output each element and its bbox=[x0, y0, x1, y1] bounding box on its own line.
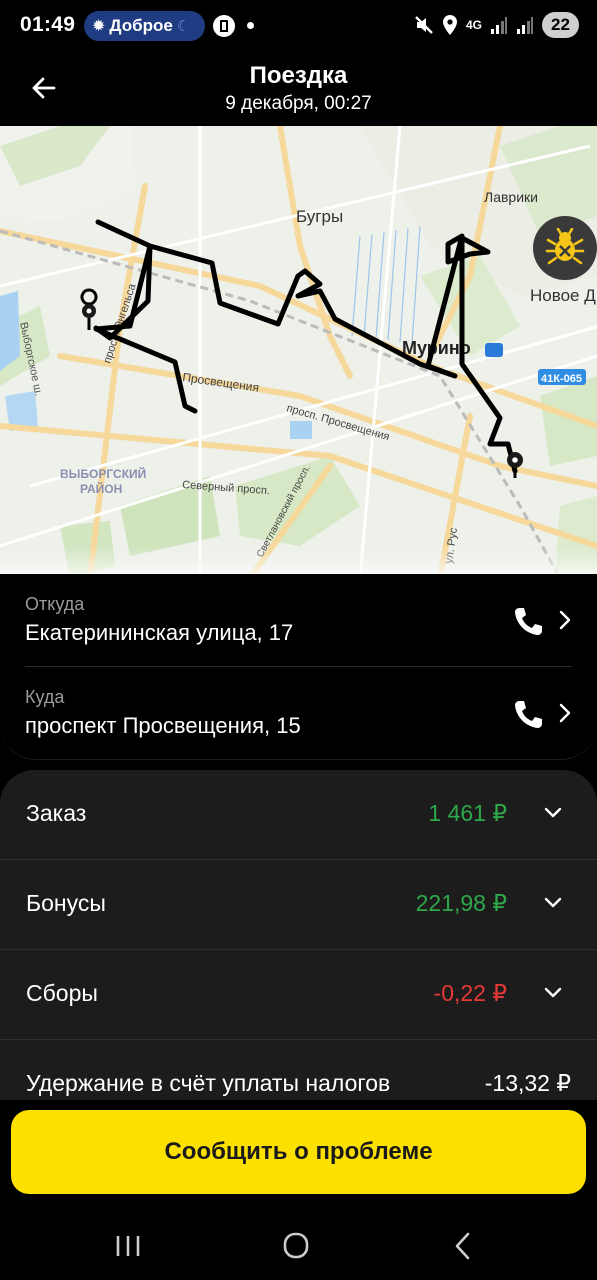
from-row[interactable]: Откуда Екатерининская улица, 17 bbox=[0, 574, 597, 666]
mute-icon bbox=[415, 16, 433, 34]
status-time: 01:49 bbox=[20, 13, 76, 36]
header: Поездка 9 декабря, 00:27 bbox=[0, 52, 597, 126]
chevron-right-icon[interactable] bbox=[557, 609, 573, 631]
phone-icon[interactable] bbox=[511, 604, 545, 638]
to-label: Куда bbox=[25, 687, 65, 707]
home-icon[interactable] bbox=[276, 1228, 316, 1264]
payment-amount: 221,98 ₽ bbox=[415, 890, 507, 916]
status-bar: 01:49 ✹ Доброе ☾ 4G 22 bbox=[0, 0, 597, 52]
phone-icon[interactable] bbox=[511, 697, 545, 731]
recent-apps-icon[interactable] bbox=[108, 1228, 148, 1264]
payment-label: Бонусы bbox=[26, 890, 106, 916]
back-nav-icon[interactable] bbox=[443, 1228, 483, 1264]
page-title: Поездка bbox=[249, 62, 348, 89]
notification-pill-text: Доброе bbox=[109, 16, 173, 35]
page-subtitle: 9 декабря, 00:27 bbox=[225, 93, 372, 114]
chevron-down-icon[interactable] bbox=[543, 806, 563, 820]
network-icon: 4G bbox=[465, 18, 482, 32]
app-notification-icon bbox=[213, 15, 235, 37]
battery-icon: 22 bbox=[542, 12, 579, 38]
map-label-bugry: Бугры bbox=[296, 207, 343, 226]
sun-icon: ✹ bbox=[92, 18, 106, 35]
map-label-district-2: РАЙОН bbox=[80, 481, 122, 496]
map-label-road-41k: 41К-065 bbox=[541, 373, 582, 385]
system-navbar bbox=[0, 1210, 597, 1280]
map-label-district-1: ВЫБОРГСКИЙ bbox=[60, 466, 146, 481]
payment-amount: -13,32 ₽ bbox=[484, 1070, 571, 1096]
map-label-lavriki: Лаврики bbox=[484, 189, 538, 205]
chevron-down-icon[interactable] bbox=[543, 896, 563, 910]
payment-row-fees[interactable]: Сборы -0,22 ₽ bbox=[0, 950, 597, 1040]
status-icons: 4G 22 bbox=[414, 12, 579, 38]
payment-amount: 1 461 ₽ bbox=[428, 800, 507, 826]
route-card: Откуда Екатерининская улица, 17 Куда про… bbox=[0, 574, 597, 760]
payment-row-bonuses[interactable]: Бонусы 221,98 ₽ bbox=[0, 860, 597, 950]
payment-row-order[interactable]: Заказ 1 461 ₽ bbox=[0, 770, 597, 860]
payment-label: Заказ bbox=[26, 800, 87, 826]
bug-report-icon[interactable] bbox=[533, 216, 597, 280]
from-label: Откуда bbox=[25, 594, 85, 614]
report-problem-button[interactable]: Сообщить о проблеме bbox=[11, 1110, 586, 1194]
location-icon bbox=[442, 15, 457, 35]
to-row[interactable]: Куда проспект Просвещения, 15 bbox=[0, 667, 597, 759]
payment-label: Удержание в счёт уплаты налогов bbox=[26, 1070, 391, 1096]
chevron-right-icon[interactable] bbox=[557, 702, 573, 724]
payment-label: Сборы bbox=[26, 980, 98, 1006]
signal-icon bbox=[491, 17, 507, 34]
map-label-novoe-devyatkino: Новое Д bbox=[530, 286, 596, 305]
from-address: Екатерининская улица, 17 bbox=[25, 620, 294, 645]
chevron-down-icon[interactable] bbox=[543, 986, 563, 1000]
notification-pill[interactable]: ✹ Доброе ☾ bbox=[84, 11, 205, 41]
moon-icon: ☾ bbox=[176, 18, 191, 35]
payment-card: Заказ 1 461 ₽ Бонусы 221,98 ₽ Сборы -0,2… bbox=[0, 770, 597, 1110]
dot-icon bbox=[247, 22, 254, 29]
signal-icon bbox=[517, 17, 533, 34]
to-address: проспект Просвещения, 15 bbox=[25, 713, 301, 738]
payment-amount: -0,22 ₽ bbox=[433, 980, 507, 1006]
route-map[interactable]: Бугры Лаврики Новое Д Мурино 41К-065 Выб… bbox=[0, 126, 597, 578]
